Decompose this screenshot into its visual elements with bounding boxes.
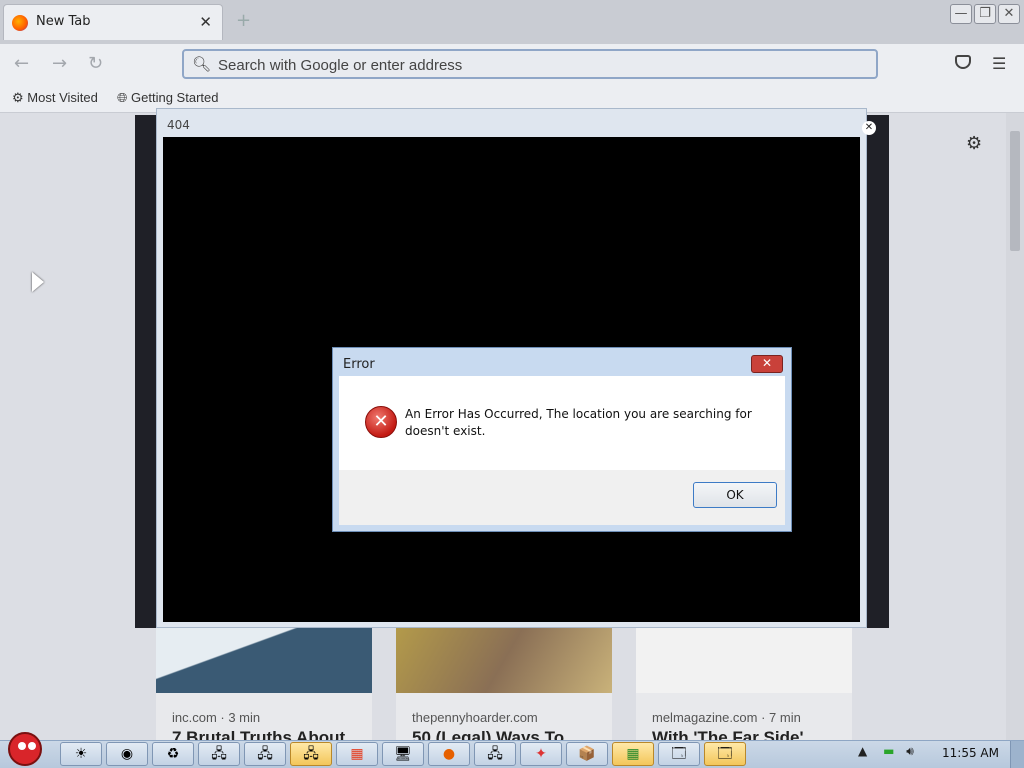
dialog-close-button[interactable]: ✕ (751, 355, 783, 373)
search-icon: 🔍︎ (192, 55, 212, 73)
story-source: melmagazine.com · 7 min (652, 710, 801, 725)
taskbar-app-firefox[interactable]: ● (428, 742, 470, 766)
bird-eye-icon (28, 742, 36, 750)
recycle-bin-icon: ♻ (166, 746, 180, 762)
firefox-icon: ● (442, 746, 456, 762)
colorful-app-icon: ✦ (535, 746, 547, 762)
taskbar-app-network-2[interactable]: 🖧 (244, 742, 286, 766)
network-computer-icon: 🖧 (303, 746, 319, 762)
windows-logo-icon: ▦ (626, 746, 640, 762)
scrollbar-thumb[interactable] (1010, 131, 1020, 251)
minimize-window-button[interactable]: — (950, 4, 972, 24)
story-headline: 7 Brutal Truths About (172, 728, 346, 740)
error-dialog: Error ✕ ✕ An Error Has Occurred, The loc… (332, 347, 792, 532)
taskbar-app-network-3[interactable]: 🖧 (474, 742, 516, 766)
mouse-cursor (32, 272, 44, 292)
taskbar-app-installer[interactable]: 🗔 (658, 742, 700, 766)
url-input[interactable] (216, 54, 860, 76)
angry-bird-icon (8, 732, 42, 766)
taskbar-app-chrome[interactable]: ◉ (106, 742, 148, 766)
network-computer-icon: 🖧 (257, 746, 273, 762)
taskbar-app-installer-active[interactable]: 🗔 (704, 742, 746, 766)
bookmark-label: Getting Started (131, 90, 219, 105)
close-window-button[interactable]: ✕ (998, 4, 1020, 24)
story-image (156, 628, 372, 693)
back-arrow-icon[interactable]: ← (14, 53, 29, 74)
restore-window-button[interactable]: ❐ (974, 4, 996, 24)
popup-title: 404 (167, 118, 190, 132)
firefox-icon (12, 15, 28, 31)
taskbar-app-active-2[interactable]: ▦ (612, 742, 654, 766)
dialog-message: An Error Has Occurred, The location you … (405, 407, 752, 438)
dialog-footer: OK (339, 470, 785, 525)
start-button[interactable] (2, 730, 48, 768)
ok-button[interactable]: OK (693, 482, 777, 508)
folder-sun-icon: ☀ (74, 746, 88, 762)
system-tray: ▲ ▬ 🔊︎ (858, 744, 914, 759)
gear-icon: ⚙ (12, 90, 24, 105)
installer-icon: 🗔 (717, 746, 733, 762)
taskbar-app-explorer[interactable]: ☀ (60, 742, 102, 766)
tab-new-tab[interactable]: New Tab ✕ (3, 4, 223, 40)
chrome-icon: ◉ (120, 746, 134, 762)
popup-close-icon[interactable]: ✕ (862, 121, 876, 135)
installer-icon: 🗔 (671, 746, 687, 762)
story-headline: With 'The Far Side' (652, 728, 804, 740)
network-computer-icon: 🖧 (211, 746, 227, 762)
windows-logo-icon: ▦ (350, 746, 364, 762)
story-headline: 50 (Legal) Ways To (412, 728, 565, 740)
taskbar-clock[interactable]: 11:55 AM (942, 746, 999, 760)
reload-icon[interactable]: ↻ (88, 53, 103, 74)
battery-icon[interactable]: ▬ (883, 744, 894, 758)
dialog-body: ✕ An Error Has Occurred, The location yo… (339, 376, 785, 470)
taskbar-app-monitor[interactable]: 🖥 (382, 742, 424, 766)
taskbar-app-active[interactable]: 🖧 (290, 742, 332, 766)
volume-icon[interactable]: 🔊︎ (906, 744, 914, 758)
bookmark-most-visited[interactable]: ⚙ Most Visited (12, 90, 98, 106)
taskbar-app-network[interactable]: 🖧 (198, 742, 240, 766)
menu-hamburger-icon[interactable]: ☰ (992, 54, 1006, 73)
network-computer-icon: 🖧 (487, 746, 503, 762)
close-tab-icon[interactable]: ✕ (199, 13, 212, 31)
address-bar[interactable]: 🔍︎ (182, 49, 878, 79)
story-image (396, 628, 612, 693)
bookmark-label: Most Visited (27, 90, 98, 105)
bookmark-getting-started[interactable]: 🌐︎ Getting Started (117, 90, 218, 106)
taskbar-app-box[interactable]: 📦 (566, 742, 608, 766)
settings-gear-icon[interactable]: ⚙ (966, 133, 982, 154)
dialog-title: Error (343, 357, 375, 372)
taskbar-app-colors[interactable]: ✦ (520, 742, 562, 766)
story-source: inc.com · 3 min (172, 710, 261, 725)
taskbar-app-recycle[interactable]: ♻ (152, 742, 194, 766)
story-card[interactable]: inc.com · 3 min 7 Brutal Truths About (156, 628, 372, 740)
globe-icon: 🌐︎ (117, 90, 128, 105)
story-card[interactable]: thepennyhoarder.com 50 (Legal) Ways To (396, 628, 612, 740)
story-card[interactable]: melmagazine.com · 7 min With 'The Far Si… (636, 628, 852, 740)
story-source: thepennyhoarder.com (412, 710, 538, 725)
error-icon: ✕ (365, 406, 397, 438)
show-hidden-icons-icon[interactable]: ▲ (858, 744, 867, 758)
taskbar-app-windows[interactable]: ▦ (336, 742, 378, 766)
monitor-icon: 🖥 (394, 746, 412, 762)
story-image (636, 628, 852, 693)
new-tab-plus-icon[interactable]: + (236, 10, 251, 31)
forward-arrow-icon[interactable]: → (52, 53, 67, 74)
tab-title: New Tab (36, 14, 91, 29)
show-desktop-button[interactable] (1010, 741, 1024, 768)
package-icon: 📦 (578, 746, 596, 762)
vertical-scrollbar[interactable] (1006, 113, 1024, 740)
bird-eye-icon (18, 742, 26, 750)
